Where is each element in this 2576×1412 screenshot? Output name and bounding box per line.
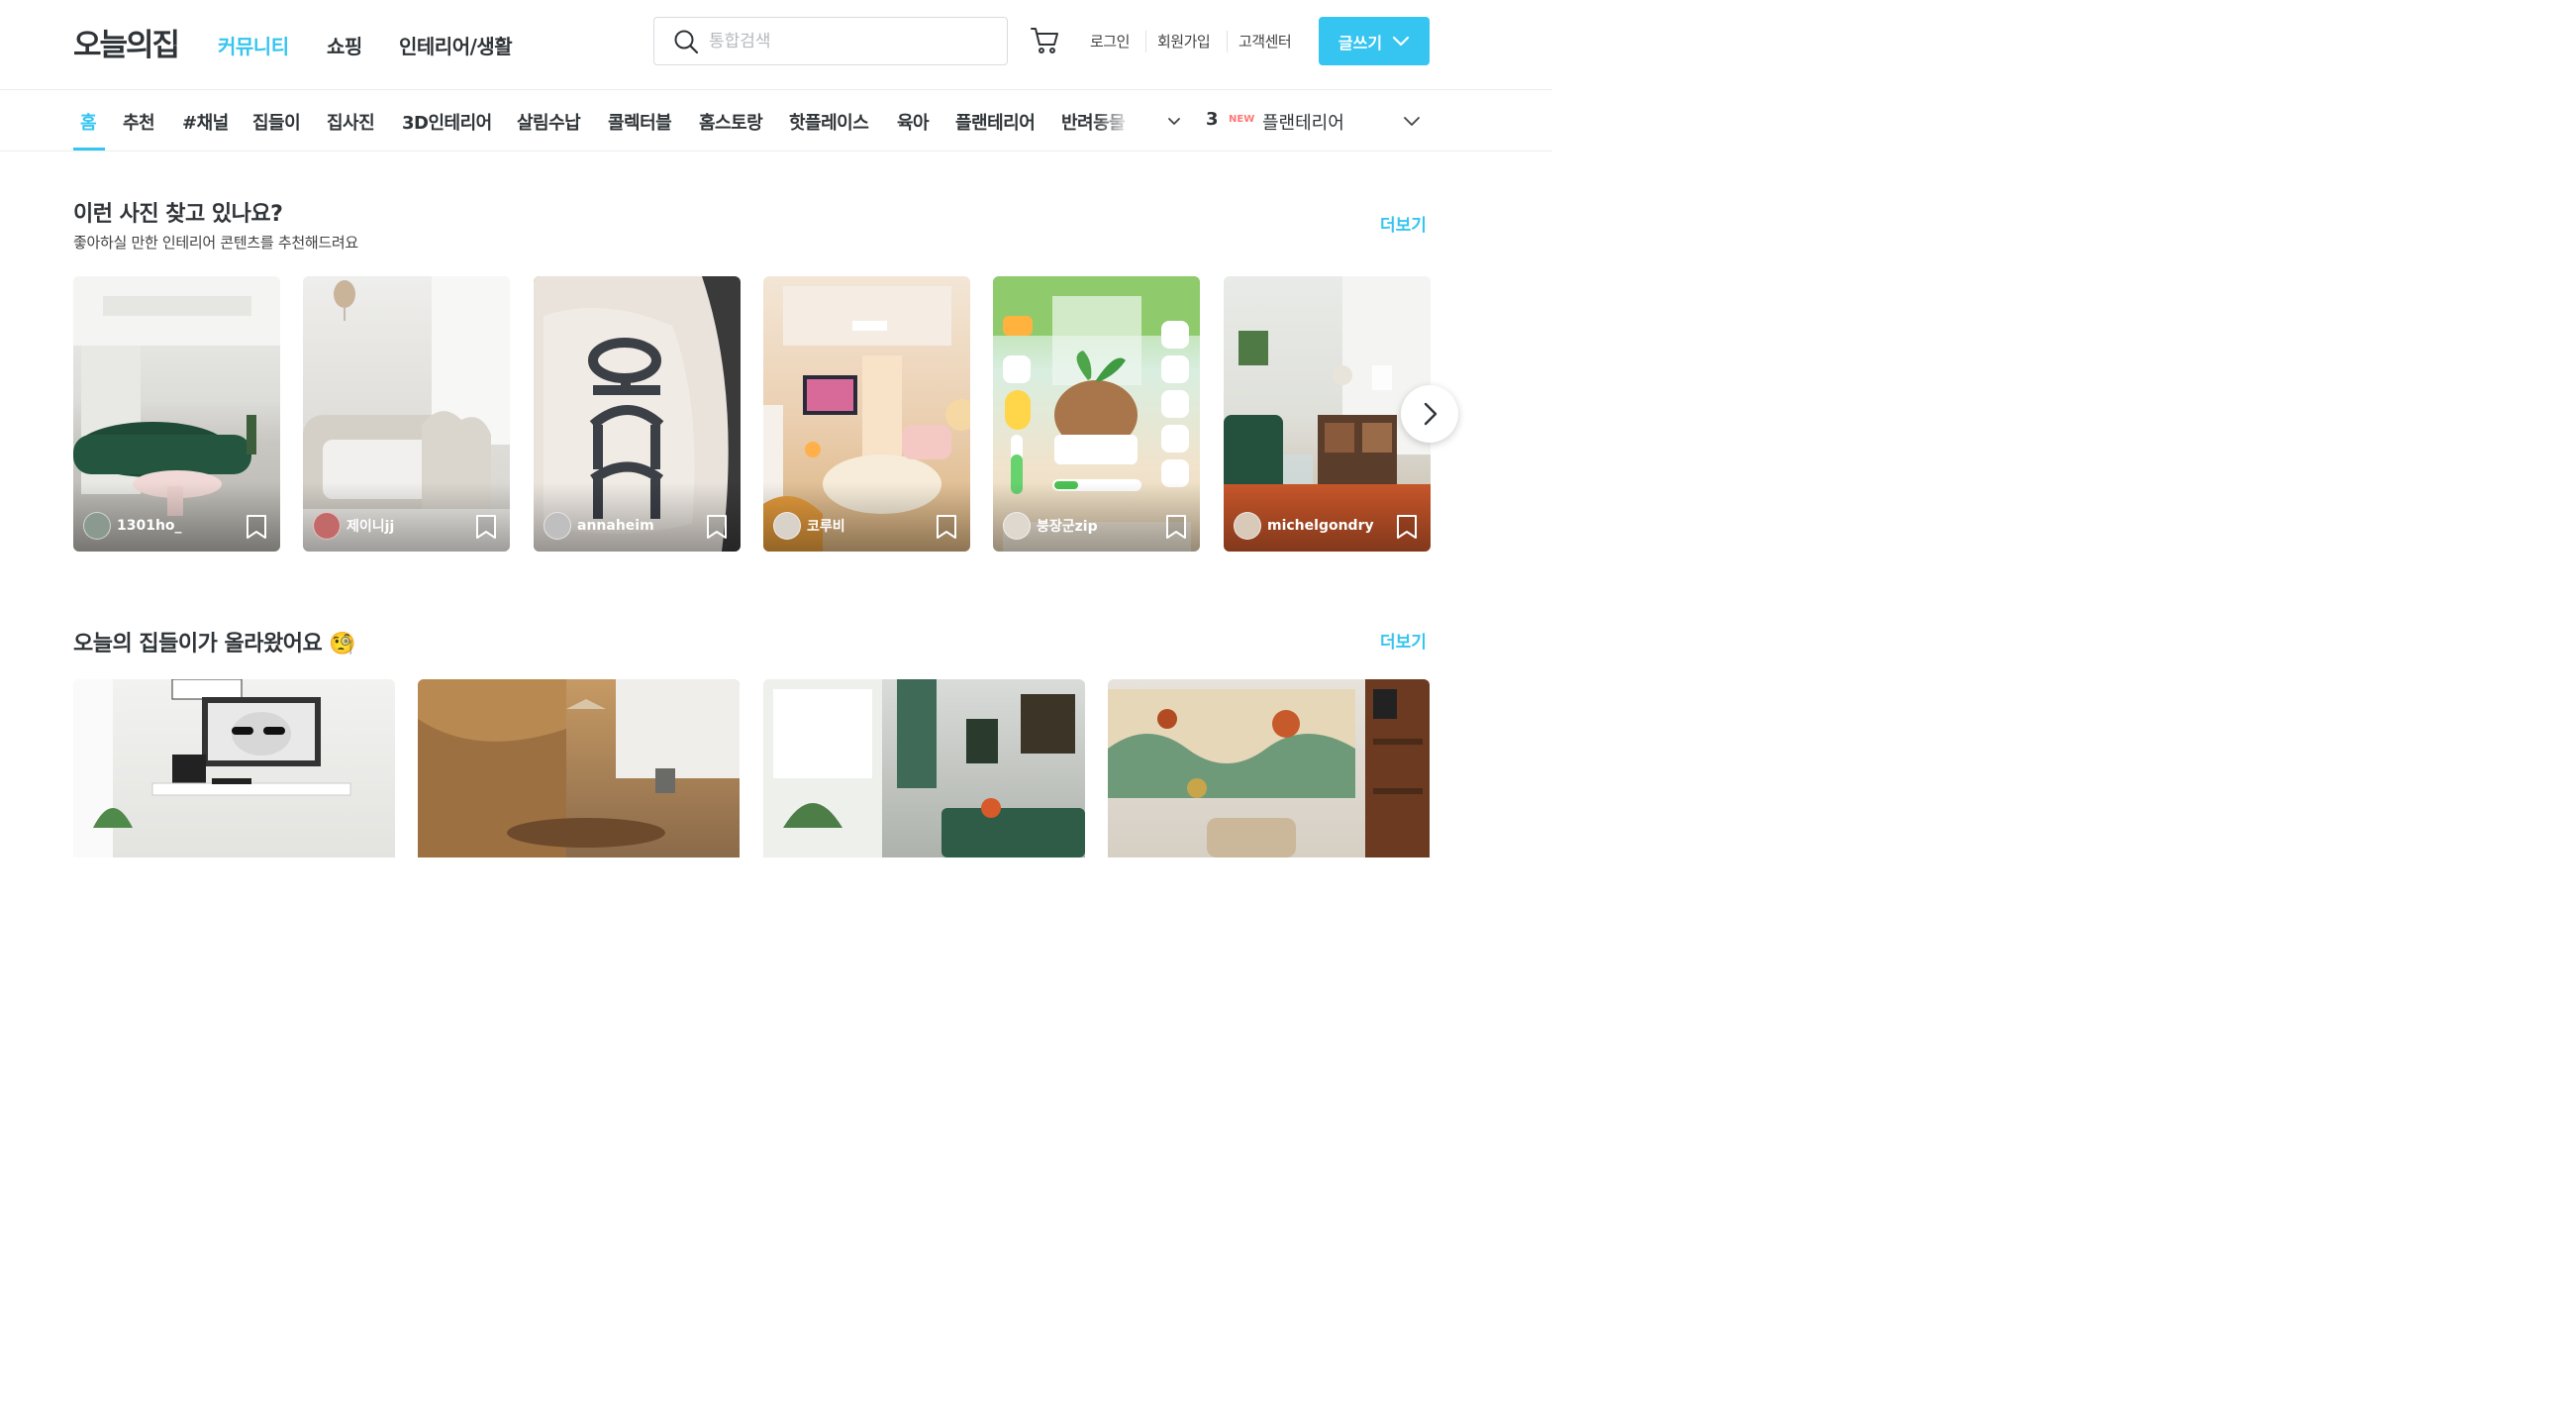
top-header: 오늘의집 커뮤니티 쇼핑 인테리어/생활 로그인 회원가입 고객센터 글쓰기 [0, 0, 1552, 90]
section-title-text: 오늘의 집들이가 올라왔어요 [73, 632, 323, 656]
write-button-label: 글쓰기 [1338, 33, 1383, 52]
avatar [313, 512, 341, 540]
tab-homestaurant[interactable]: 홈스토랑 [699, 109, 763, 135]
signup-link[interactable]: 회원가입 [1157, 31, 1211, 51]
ranking-number: 3 [1206, 109, 1219, 130]
desk-setup-photo [73, 679, 351, 857]
section-title-houses: 오늘의 집들이가 올라왔어요 🧐 [73, 626, 356, 657]
bookmark-icon[interactable] [474, 514, 498, 540]
avatar [544, 512, 571, 540]
bookmark-icon[interactable] [1164, 514, 1188, 540]
more-link-houses[interactable]: 더보기 [1380, 628, 1427, 653]
photo-card[interactable]: 붕장군zip [993, 276, 1200, 552]
dining-room-photo [418, 679, 740, 857]
photo-card[interactable]: michelgondry [1224, 276, 1431, 552]
card-user[interactable]: annaheim [544, 512, 654, 540]
tab-collectible[interactable]: 콜렉터블 [608, 109, 672, 135]
search-icon [674, 30, 699, 54]
bookmark-icon[interactable] [1395, 514, 1419, 540]
card-user[interactable]: 1301ho_ [83, 512, 182, 540]
house-card[interactable] [418, 679, 740, 857]
tab-storage[interactable]: 살림수납 [517, 109, 581, 135]
card-user[interactable]: 제이니jj [313, 512, 394, 540]
chevron-right-icon [1424, 402, 1437, 426]
avatar [1003, 512, 1031, 540]
more-link-photos[interactable]: 더보기 [1380, 211, 1427, 236]
tab-3d-interior[interactable]: 3D인테리어 [402, 109, 492, 135]
card-username: annaheim [577, 518, 654, 534]
section-title-emoji: 🧐 [329, 632, 356, 656]
bookmark-icon[interactable] [935, 514, 958, 540]
house-card[interactable] [1108, 679, 1430, 857]
green-sofa-living-photo [763, 679, 1085, 857]
bookmark-icon[interactable] [245, 514, 268, 540]
section-subtitle-photos: 좋아하실 만한 인테리어 콘텐츠를 추천해드려요 [73, 234, 358, 252]
section-title-photos: 이런 사진 찾고 있나요? [73, 202, 283, 227]
search-box[interactable] [653, 17, 1008, 65]
search-input[interactable] [707, 28, 994, 55]
community-subnav: 홈 추천 #채널 집들이 집사진 3D인테리어 살림수납 콜렉터블 홈스토랑 핫… [0, 90, 1552, 151]
carousel-next-button[interactable] [1401, 385, 1458, 443]
card-username: 제이니jj [347, 519, 395, 535]
avatar [83, 512, 111, 540]
card-user[interactable]: 코루비 [773, 512, 845, 540]
tab-home[interactable]: 홈 [80, 109, 97, 135]
art-wall-room-photo [1108, 679, 1430, 857]
chevron-down-icon [1392, 36, 1410, 46]
card-username: 붕장군zip [1037, 519, 1098, 535]
tab-hot-place[interactable]: 핫플레이스 [789, 109, 869, 135]
photo-card[interactable]: annaheim [534, 276, 741, 552]
card-username: 코루비 [807, 519, 845, 535]
chevron-down-icon[interactable] [1402, 112, 1422, 130]
house-card[interactable] [73, 679, 395, 857]
ranking-new-badge: NEW [1229, 114, 1255, 125]
tab-overflow-fade [1094, 100, 1141, 140]
tab-parenting[interactable]: 육아 [897, 109, 930, 135]
nav-interior-life[interactable]: 인테리어/생활 [399, 31, 513, 59]
photo-card[interactable]: 1301ho_ [73, 276, 280, 552]
util-divider [1227, 31, 1228, 52]
customer-center-link[interactable]: 고객센터 [1238, 31, 1292, 51]
card-username: 1301ho_ [117, 518, 182, 534]
util-divider [1145, 31, 1146, 52]
tab-housewarming[interactable]: 집들이 [252, 109, 301, 135]
chevron-down-icon[interactable] [1165, 112, 1183, 130]
tab-recommend[interactable]: 추천 [123, 109, 155, 135]
tab-house-photos[interactable]: 집사진 [327, 109, 375, 135]
logo[interactable]: 오늘의집 [73, 20, 180, 64]
card-user[interactable]: 붕장군zip [1003, 512, 1098, 540]
cart-icon[interactable] [1030, 25, 1061, 56]
active-tab-indicator [73, 148, 105, 151]
avatar [1234, 512, 1261, 540]
bookmark-icon[interactable] [705, 514, 729, 540]
card-user[interactable]: michelgondry [1234, 512, 1374, 540]
ranking-keyword[interactable]: 플랜테리어 [1262, 109, 1344, 135]
tab-planterior[interactable]: 플랜테리어 [955, 109, 1036, 135]
write-button[interactable]: 글쓰기 [1319, 17, 1430, 65]
photo-card[interactable]: 제이니jj [303, 276, 510, 552]
nav-shopping[interactable]: 쇼핑 [327, 31, 362, 59]
nav-community[interactable]: 커뮤니티 [218, 31, 289, 59]
photo-card[interactable]: 코루비 [763, 276, 970, 552]
avatar [773, 512, 801, 540]
house-card[interactable] [763, 679, 1085, 857]
card-username: michelgondry [1267, 518, 1374, 534]
tab-channel[interactable]: #채널 [182, 109, 229, 135]
login-link[interactable]: 로그인 [1090, 31, 1130, 51]
